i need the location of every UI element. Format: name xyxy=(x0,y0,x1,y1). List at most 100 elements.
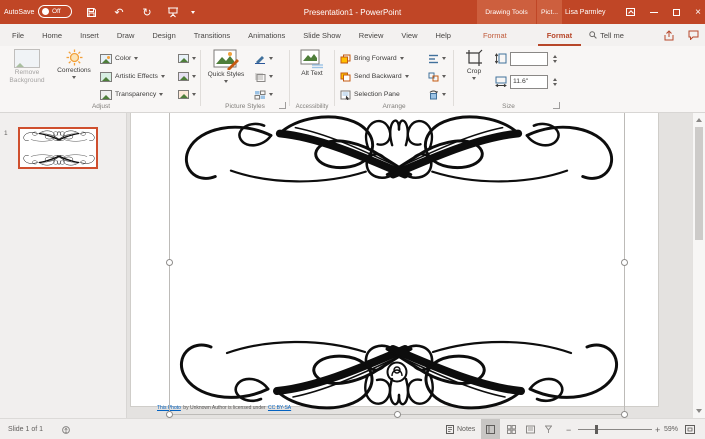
sun-icon xyxy=(66,49,82,66)
tell-me-label: Tell me xyxy=(600,30,624,40)
artistic-effects-menu-button[interactable]: Artistic Effects xyxy=(100,69,165,84)
powerpoint-window: AutoSave Off ↶ ↻ Presentation1 - PowerPo… xyxy=(0,0,705,439)
autosave-label: AutoSave xyxy=(4,8,35,16)
group-label-picture-styles: Picture Styles xyxy=(225,103,265,110)
change-picture-icon xyxy=(178,72,189,81)
fit-slide-to-window-icon[interactable] xyxy=(685,419,695,439)
contextual-tab-picture-tools[interactable]: Pict... xyxy=(537,0,562,24)
normal-view-button[interactable] xyxy=(481,419,500,439)
slideshow-view-button[interactable] xyxy=(539,419,558,439)
ribbon-tab-row: File Home Insert Draw Design Transitions… xyxy=(0,24,705,46)
redo-icon[interactable]: ↻ xyxy=(138,0,156,24)
picture-styles-dialog-launcher-icon[interactable] xyxy=(279,102,286,109)
maximize-icon[interactable] xyxy=(666,0,686,24)
picture-border-button[interactable] xyxy=(254,51,273,66)
tab-insert[interactable]: Insert xyxy=(71,24,108,46)
scroll-up-icon[interactable] xyxy=(696,118,702,122)
tab-draw[interactable]: Draw xyxy=(108,24,144,46)
reading-view-button[interactable] xyxy=(521,419,540,439)
undo-icon[interactable]: ↶ xyxy=(110,0,128,24)
flourish-medallion[interactable] xyxy=(383,360,411,386)
tab-help[interactable]: Help xyxy=(427,24,460,46)
selection-handle-mid-right[interactable] xyxy=(621,259,628,266)
alt-text-icon xyxy=(300,49,323,69)
color-menu-button[interactable]: Color xyxy=(100,51,139,66)
zoom-percentage[interactable]: 59% xyxy=(664,419,678,439)
tab-transitions[interactable]: Transitions xyxy=(185,24,239,46)
selection-handle-bottom-mid[interactable] xyxy=(394,411,401,418)
change-picture-button[interactable] xyxy=(178,69,196,84)
selection-handle-bottom-left[interactable] xyxy=(166,411,173,418)
group-label-adjust: Adjust xyxy=(91,103,111,110)
bring-forward-button[interactable]: Bring Forward xyxy=(340,51,404,66)
tab-format-picture-tools[interactable]: Format xyxy=(537,24,582,46)
reset-picture-button[interactable] xyxy=(178,87,196,102)
crop-button[interactable]: Crop xyxy=(457,49,491,81)
compress-pictures-button[interactable] xyxy=(178,51,196,66)
corrections-button[interactable]: Corrections xyxy=(52,49,96,80)
ribbon: Remove Background Corrections Color Arti… xyxy=(0,46,705,113)
picture-effects-button[interactable] xyxy=(254,69,273,84)
tell-me-box[interactable]: Tell me xyxy=(589,31,624,40)
tab-design[interactable]: Design xyxy=(143,24,184,46)
group-picture-styles: Quick Styles Picture Styles xyxy=(202,46,288,112)
group-objects-button[interactable] xyxy=(428,69,446,84)
selection-pane-button[interactable]: Selection Pane xyxy=(340,87,400,102)
scrollbar-thumb[interactable] xyxy=(695,127,703,240)
tab-home[interactable]: Home xyxy=(33,24,71,46)
slide[interactable]: This Photo by Unknown Author is licensed… xyxy=(130,113,659,411)
zoom-slider[interactable] xyxy=(578,425,652,434)
selection-handle-bottom-right[interactable] xyxy=(621,411,628,418)
height-spinner[interactable] xyxy=(553,54,557,63)
notes-button[interactable]: Notes xyxy=(446,419,475,439)
account-user-name[interactable]: Lisa Parmley xyxy=(565,0,605,24)
slide-sorter-view-button[interactable] xyxy=(502,419,521,439)
group-adjust: Remove Background Corrections Color Arti… xyxy=(2,46,200,112)
contextual-tab-drawing-tools[interactable]: Drawing Tools xyxy=(477,0,536,24)
width-spinner[interactable] xyxy=(553,77,557,86)
attribution-text: by Unknown Author is licensed under xyxy=(181,405,267,411)
tab-view[interactable]: View xyxy=(392,24,426,46)
zoom-out-icon[interactable]: − xyxy=(566,419,571,439)
comments-icon[interactable] xyxy=(688,30,699,40)
close-icon[interactable]: × xyxy=(688,0,705,24)
shape-height-input[interactable] xyxy=(510,51,548,66)
transparency-menu-button[interactable]: Transparency xyxy=(100,87,164,102)
rotate-objects-button[interactable] xyxy=(428,87,446,102)
rotate-icon xyxy=(429,89,438,99)
tab-review[interactable]: Review xyxy=(350,24,393,46)
size-dialog-launcher-icon[interactable] xyxy=(553,102,560,109)
remove-background-button[interactable]: Remove Background xyxy=(6,49,48,85)
tab-file[interactable]: File xyxy=(3,24,33,46)
zoom-slider-thumb[interactable] xyxy=(595,425,598,434)
share-icon[interactable] xyxy=(663,29,674,41)
flourish-picture-top[interactable] xyxy=(171,113,627,198)
autosave-toggle[interactable]: Off xyxy=(38,5,72,18)
group-objects-icon xyxy=(428,72,439,81)
selection-handle-mid-left[interactable] xyxy=(166,259,173,266)
tab-animations[interactable]: Animations xyxy=(239,24,294,46)
picture-layout-button[interactable] xyxy=(254,87,273,102)
scroll-down-icon[interactable] xyxy=(696,409,702,413)
zoom-in-icon[interactable]: + xyxy=(655,419,660,439)
quick-styles-button[interactable]: Quick Styles xyxy=(206,49,246,84)
send-backward-icon xyxy=(340,72,351,81)
align-objects-button[interactable] xyxy=(428,51,446,66)
tab-slide-show[interactable]: Slide Show xyxy=(294,24,350,46)
save-icon[interactable] xyxy=(82,0,100,24)
height-icon xyxy=(495,53,507,64)
start-slideshow-icon[interactable] xyxy=(164,0,182,24)
minimize-icon[interactable] xyxy=(644,0,664,24)
transparency-icon xyxy=(100,89,112,100)
tab-format-drawing-tools[interactable]: Format xyxy=(474,24,516,46)
accessibility-status-icon[interactable] xyxy=(62,419,70,439)
send-backward-button[interactable]: Send Backward xyxy=(340,69,409,84)
vertical-scrollbar[interactable] xyxy=(692,113,705,418)
width-icon xyxy=(495,76,507,87)
alt-text-button[interactable]: Alt Text xyxy=(297,49,327,78)
shape-width-input[interactable] xyxy=(510,74,548,89)
slide-thumbnail[interactable] xyxy=(18,127,98,169)
customize-qat-icon[interactable] xyxy=(191,0,195,24)
ribbon-display-options-icon[interactable] xyxy=(620,0,640,24)
attribution-link-license[interactable]: CC BY-SA xyxy=(268,405,291,411)
